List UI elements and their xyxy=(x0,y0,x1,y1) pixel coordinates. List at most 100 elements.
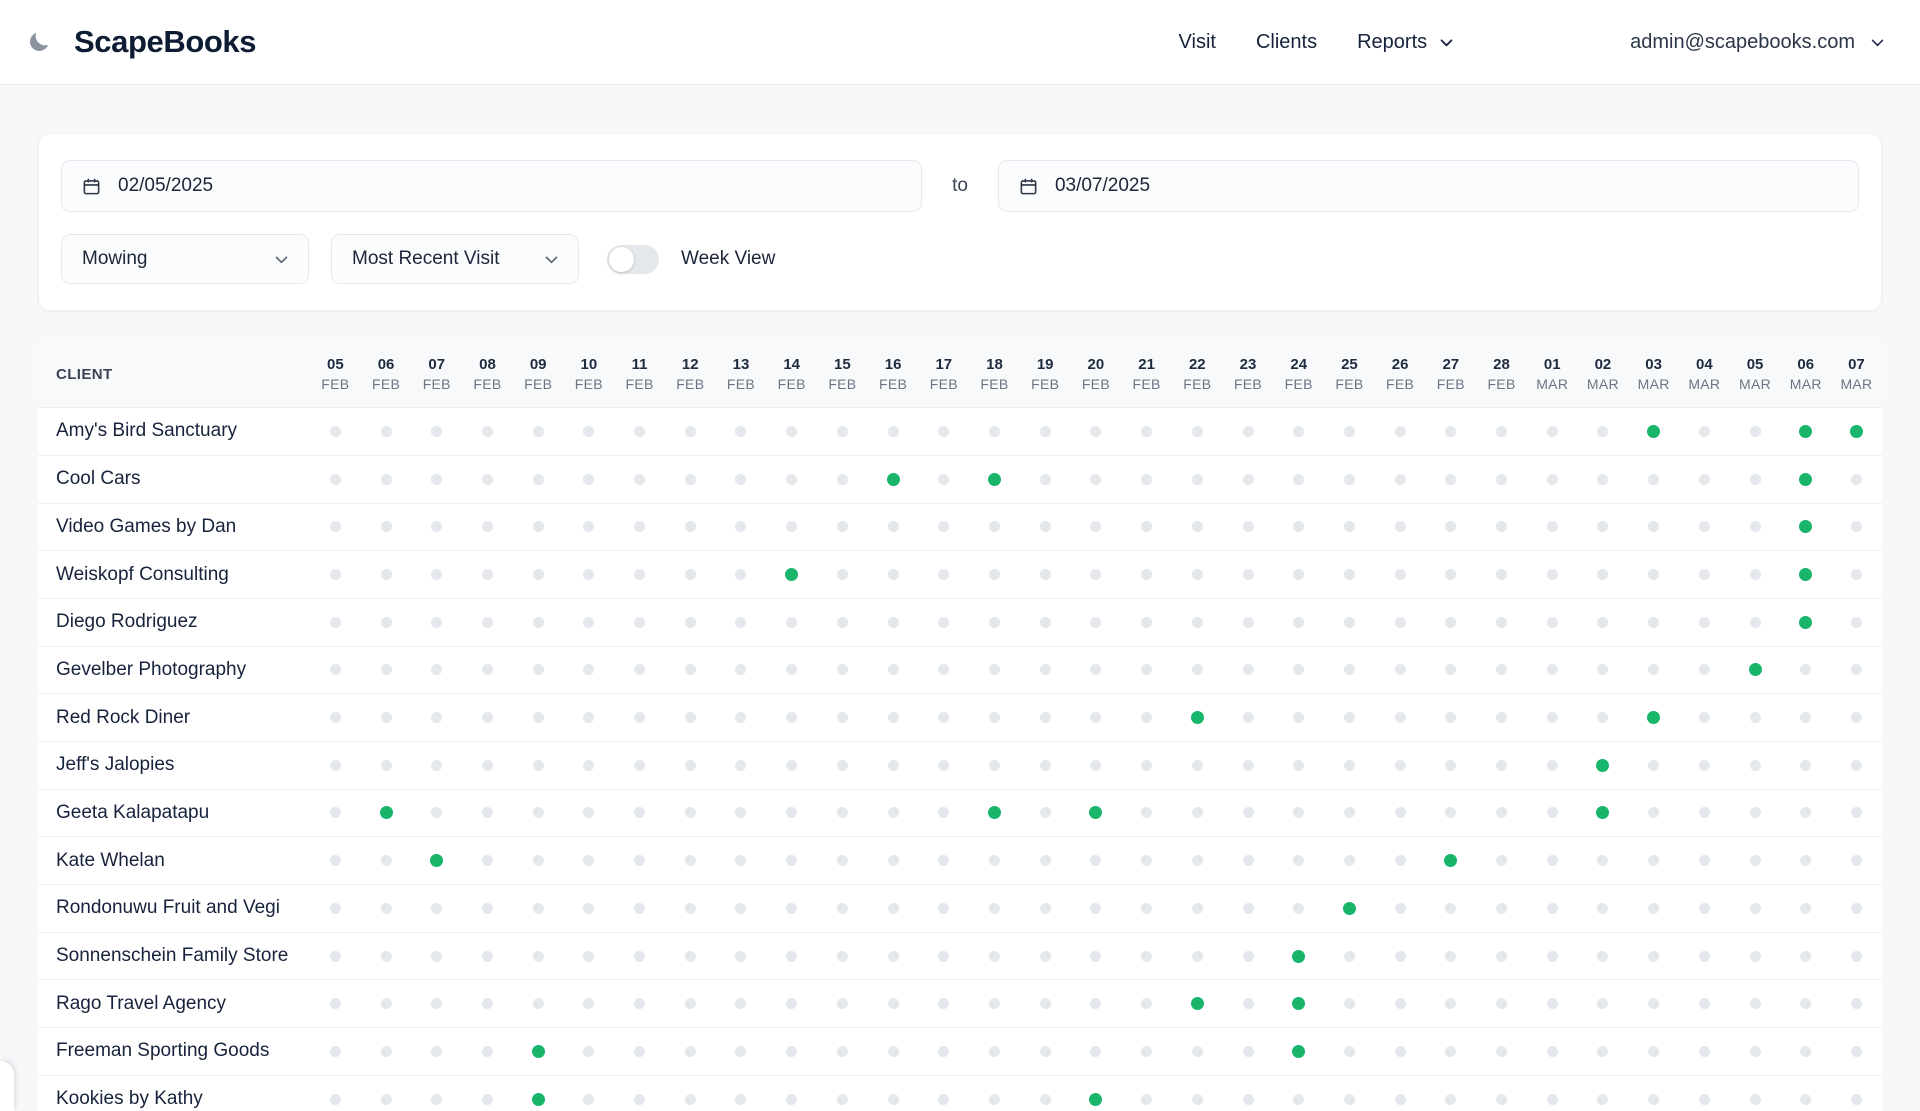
visit-cell-empty[interactable] xyxy=(1476,837,1527,884)
visit-cell-empty[interactable] xyxy=(513,456,564,503)
visit-cell-empty[interactable] xyxy=(766,742,817,789)
visit-cell-active[interactable] xyxy=(1071,790,1122,837)
visit-cell-empty[interactable] xyxy=(716,647,767,694)
visit-cell-empty[interactable] xyxy=(665,1028,716,1075)
table-row[interactable]: Cool Cars xyxy=(38,456,1882,504)
visit-cell-empty[interactable] xyxy=(564,980,615,1027)
visit-cell-empty[interactable] xyxy=(1628,980,1679,1027)
visit-cell-empty[interactable] xyxy=(1831,933,1882,980)
visit-cell-empty[interactable] xyxy=(1020,599,1071,646)
visit-cell-empty[interactable] xyxy=(665,599,716,646)
visit-cell-active[interactable] xyxy=(1425,837,1476,884)
visit-cell-empty[interactable] xyxy=(411,694,462,741)
visit-cell-empty[interactable] xyxy=(310,1028,361,1075)
client-name-cell[interactable]: Weiskopf Consulting xyxy=(38,551,310,598)
visit-cell-empty[interactable] xyxy=(817,1028,868,1075)
visit-cell-empty[interactable] xyxy=(1628,551,1679,598)
visit-cell-empty[interactable] xyxy=(817,933,868,980)
visit-cell-empty[interactable] xyxy=(1223,456,1274,503)
visit-cell-empty[interactable] xyxy=(614,933,665,980)
visit-cell-empty[interactable] xyxy=(1425,647,1476,694)
visit-cell-empty[interactable] xyxy=(1375,599,1426,646)
visit-cell-empty[interactable] xyxy=(411,647,462,694)
visit-cell-empty[interactable] xyxy=(1679,1076,1730,1111)
visit-cell-empty[interactable] xyxy=(1071,599,1122,646)
visit-cell-empty[interactable] xyxy=(665,790,716,837)
visit-cell-empty[interactable] xyxy=(1780,980,1831,1027)
visit-cell-active[interactable] xyxy=(1780,456,1831,503)
visit-cell-empty[interactable] xyxy=(1578,980,1629,1027)
visit-cell-empty[interactable] xyxy=(1223,694,1274,741)
visit-cell-empty[interactable] xyxy=(1071,647,1122,694)
visit-cell-empty[interactable] xyxy=(1121,599,1172,646)
visit-cell-empty[interactable] xyxy=(1172,456,1223,503)
visit-cell-empty[interactable] xyxy=(1375,456,1426,503)
visit-cell-empty[interactable] xyxy=(411,980,462,1027)
visit-cell-empty[interactable] xyxy=(462,551,513,598)
visit-cell-active[interactable] xyxy=(411,837,462,884)
visit-cell-empty[interactable] xyxy=(1425,504,1476,551)
visit-cell-empty[interactable] xyxy=(1679,456,1730,503)
visit-cell-empty[interactable] xyxy=(716,742,767,789)
table-row[interactable]: Jeff's Jalopies xyxy=(38,742,1882,790)
visit-cell-empty[interactable] xyxy=(665,980,716,1027)
visit-cell-empty[interactable] xyxy=(1730,742,1781,789)
visit-cell-empty[interactable] xyxy=(1425,1076,1476,1111)
visit-cell-empty[interactable] xyxy=(1273,790,1324,837)
visit-cell-empty[interactable] xyxy=(361,408,412,455)
visit-cell-empty[interactable] xyxy=(1730,694,1781,741)
visit-cell-empty[interactable] xyxy=(918,456,969,503)
visit-cell-empty[interactable] xyxy=(969,694,1020,741)
visit-cell-empty[interactable] xyxy=(1020,456,1071,503)
visit-cell-empty[interactable] xyxy=(716,599,767,646)
visit-cell-empty[interactable] xyxy=(918,504,969,551)
client-name-cell[interactable]: Diego Rodriguez xyxy=(38,599,310,646)
visit-cell-empty[interactable] xyxy=(310,1076,361,1111)
visit-cell-empty[interactable] xyxy=(1071,504,1122,551)
visit-cell-empty[interactable] xyxy=(1172,599,1223,646)
visit-cell-empty[interactable] xyxy=(716,885,767,932)
visit-cell-empty[interactable] xyxy=(868,408,919,455)
table-row[interactable]: Gevelber Photography xyxy=(38,647,1882,695)
visit-cell-empty[interactable] xyxy=(1324,790,1375,837)
visit-cell-active[interactable] xyxy=(766,551,817,598)
visit-cell-empty[interactable] xyxy=(1730,599,1781,646)
visit-cell-empty[interactable] xyxy=(1375,694,1426,741)
visit-cell-empty[interactable] xyxy=(969,1028,1020,1075)
visit-cell-active[interactable] xyxy=(1628,408,1679,455)
visit-cell-empty[interactable] xyxy=(918,790,969,837)
visit-cell-active[interactable] xyxy=(1172,694,1223,741)
visit-cell-empty[interactable] xyxy=(1831,456,1882,503)
visit-cell-empty[interactable] xyxy=(462,885,513,932)
visit-cell-empty[interactable] xyxy=(564,1076,615,1111)
visit-cell-empty[interactable] xyxy=(969,885,1020,932)
visit-cell-empty[interactable] xyxy=(817,742,868,789)
client-name-cell[interactable]: Sonnenschein Family Store xyxy=(38,933,310,980)
visit-cell-empty[interactable] xyxy=(1476,742,1527,789)
visit-cell-empty[interactable] xyxy=(868,504,919,551)
visit-cell-empty[interactable] xyxy=(614,742,665,789)
visit-cell-empty[interactable] xyxy=(310,647,361,694)
visit-cell-empty[interactable] xyxy=(1628,885,1679,932)
visit-cell-empty[interactable] xyxy=(1172,504,1223,551)
visit-cell-empty[interactable] xyxy=(1527,1028,1578,1075)
visit-cell-empty[interactable] xyxy=(1527,885,1578,932)
visit-cell-active[interactable] xyxy=(1071,1076,1122,1111)
visit-cell-empty[interactable] xyxy=(665,551,716,598)
visit-cell-empty[interactable] xyxy=(614,885,665,932)
visit-cell-empty[interactable] xyxy=(1679,933,1730,980)
visit-cell-empty[interactable] xyxy=(665,837,716,884)
visit-cell-active[interactable] xyxy=(1780,408,1831,455)
visit-cell-empty[interactable] xyxy=(1679,790,1730,837)
visit-cell-empty[interactable] xyxy=(1476,885,1527,932)
visit-cell-empty[interactable] xyxy=(1071,408,1122,455)
visit-cell-empty[interactable] xyxy=(817,551,868,598)
visit-cell-empty[interactable] xyxy=(1324,408,1375,455)
visit-cell-empty[interactable] xyxy=(716,1076,767,1111)
visit-cell-empty[interactable] xyxy=(716,837,767,884)
visit-cell-empty[interactable] xyxy=(868,551,919,598)
visit-cell-empty[interactable] xyxy=(817,885,868,932)
visit-cell-empty[interactable] xyxy=(513,551,564,598)
visit-cell-empty[interactable] xyxy=(918,1076,969,1111)
visit-cell-empty[interactable] xyxy=(1121,1028,1172,1075)
